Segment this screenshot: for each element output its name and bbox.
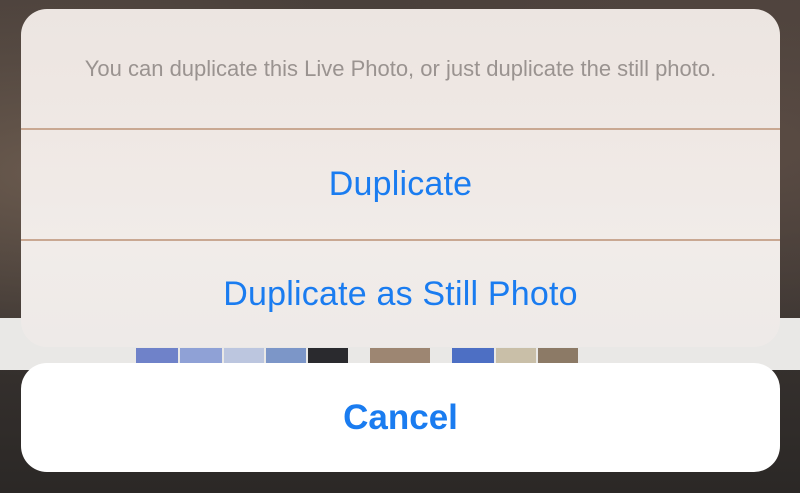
action-sheet: You can duplicate this Live Photo, or ju… [21, 9, 780, 347]
cancel-button[interactable]: Cancel [21, 363, 780, 472]
cancel-label: Cancel [343, 397, 458, 437]
duplicate-label: Duplicate [328, 165, 473, 203]
message-text: You can duplicate this Live Photo, or ju… [84, 55, 717, 81]
duplicate-as-still-photo-button[interactable]: Duplicate as Still Photo [21, 241, 780, 347]
action-sheet-message: You can duplicate this Live Photo, or ju… [21, 9, 780, 128]
duplicate-as-still-photo-label: Duplicate as Still Photo [223, 274, 578, 313]
duplicate-button[interactable]: Duplicate [21, 130, 780, 239]
